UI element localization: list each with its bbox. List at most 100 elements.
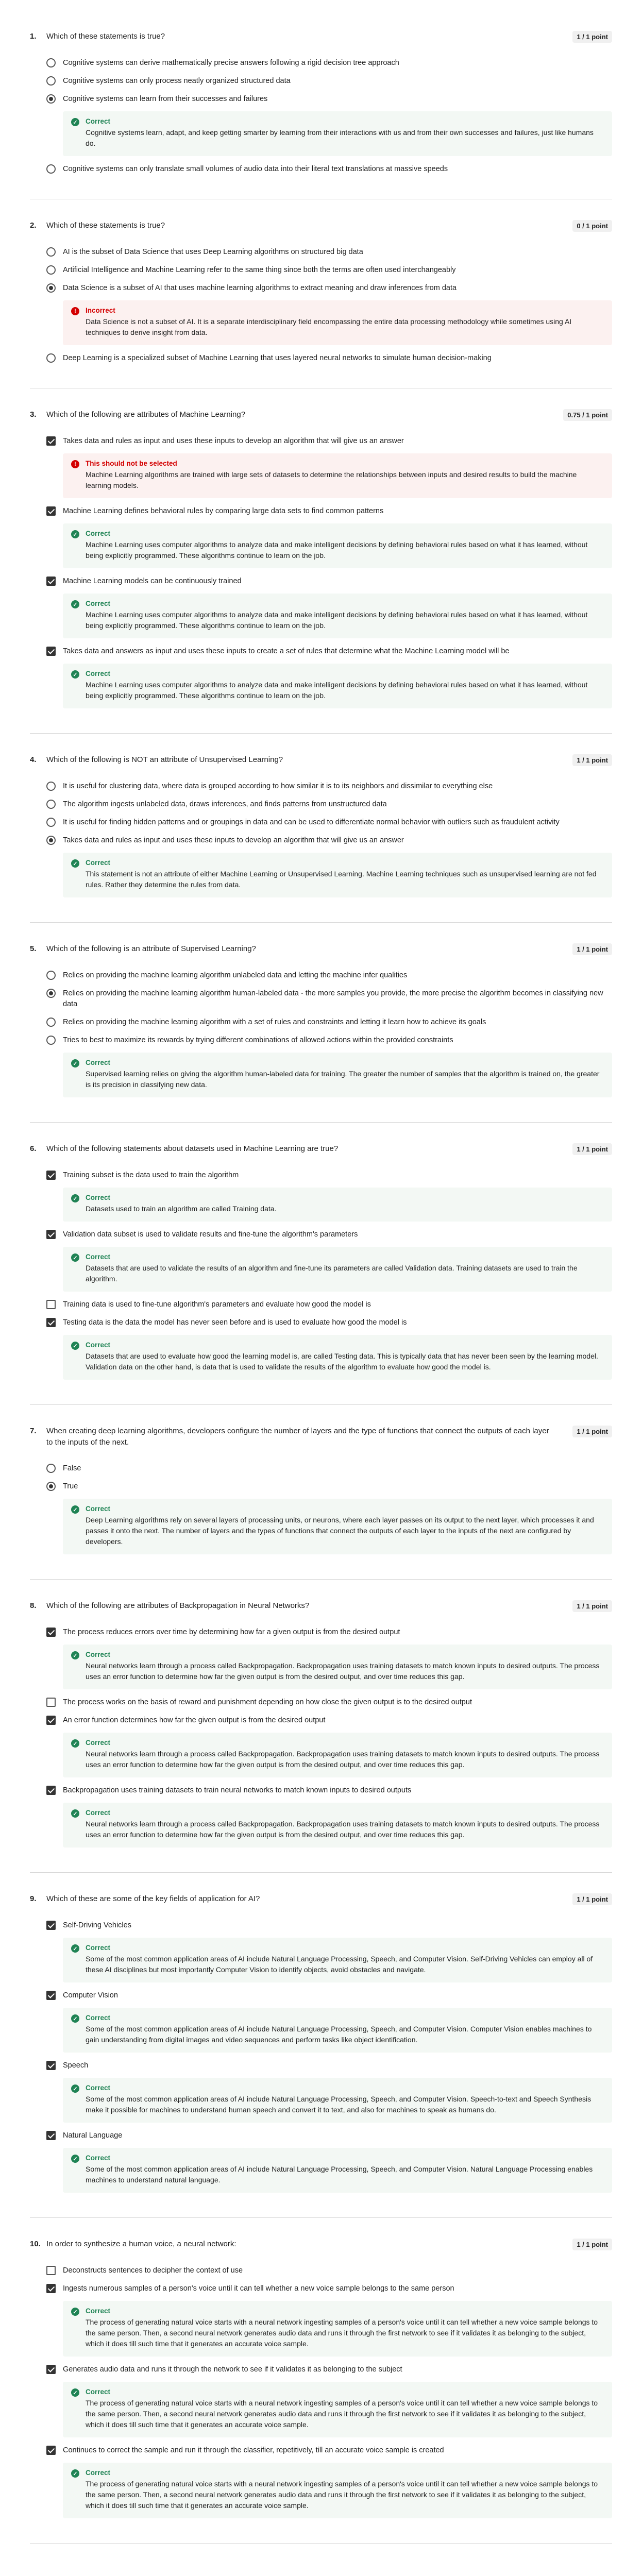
checkbox[interactable] — [46, 2284, 56, 2293]
checkbox-option[interactable]: Training data is used to fine-tune algor… — [46, 1296, 612, 1314]
checkbox-option[interactable]: Training subset is the data used to trai… — [46, 1166, 612, 1184]
feedback-label: Correct — [86, 600, 111, 607]
checkbox[interactable] — [46, 577, 56, 586]
question-header: 7. When creating deep learning algorithms… — [30, 1426, 612, 1448]
checkbox-option[interactable]: The process works on the basis of reward… — [46, 1693, 612, 1711]
radio-option[interactable]: Relies on providing the machine learning… — [46, 985, 612, 1013]
checkbox-option[interactable]: Deconstructs sentences to decipher the c… — [46, 2262, 612, 2280]
checkbox-option[interactable]: The process reduces errors over time by … — [46, 1623, 612, 1641]
checkbox-option[interactable]: Computer Vision — [46, 1987, 612, 2005]
radio-button[interactable] — [46, 836, 56, 845]
checkbox[interactable] — [46, 1171, 56, 1180]
feedback-body: Correct Neural networks learn through a p… — [86, 1739, 604, 1770]
checkbox[interactable] — [46, 2061, 56, 2070]
option-label: AI is the subset of Data Science that us… — [63, 248, 363, 256]
checkbox-option[interactable]: Validation data subset is used to valida… — [46, 1226, 612, 1244]
checkbox[interactable] — [46, 1716, 56, 1725]
radio-button[interactable] — [46, 1464, 56, 1473]
radio-button[interactable] — [46, 164, 56, 174]
radio-button[interactable] — [46, 283, 56, 293]
radio-option[interactable]: Cognitive systems can only translate sma… — [46, 160, 612, 178]
checkbox-option[interactable]: Natural Language — [46, 2127, 612, 2145]
feedback-body: Correct Some of the most common applicati… — [86, 2154, 604, 2185]
radio-option[interactable]: False — [46, 1460, 612, 1478]
checkbox-option[interactable]: Generates audio data and runs it through… — [46, 2361, 612, 2379]
checkbox[interactable] — [46, 1698, 56, 1707]
check-circle-icon: ✓ — [71, 2014, 79, 2023]
feedback-label: Correct — [86, 1809, 111, 1817]
check-circle-icon: ✓ — [71, 1809, 79, 1818]
radio-button[interactable] — [46, 989, 56, 998]
feedback-correct: ✓ Correct The process of generating natura… — [63, 2463, 612, 2518]
radio-option[interactable]: Tries to best to maximize its rewards by… — [46, 1031, 612, 1049]
feedback-label: Correct — [86, 670, 111, 677]
checkbox[interactable] — [46, 1230, 56, 1239]
option-label: Backpropagation uses training datasets t… — [63, 1786, 412, 1794]
option-label: Artificial Intelligence and Machine Lear… — [63, 266, 456, 274]
radio-button[interactable] — [46, 800, 56, 809]
radio-button[interactable] — [46, 265, 56, 275]
checkbox[interactable] — [46, 506, 56, 516]
radio-option[interactable]: Cognitive systems can derive mathematica… — [46, 54, 612, 72]
radio-option[interactable]: Relies on providing the machine learning… — [46, 1013, 612, 1031]
checkbox-option[interactable]: Takes data and rules as input and uses t… — [46, 432, 612, 450]
checkbox-option[interactable]: Continues to correct the sample and run … — [46, 2442, 612, 2460]
checkbox-option[interactable]: Testing data is the data the model has n… — [46, 1314, 612, 1332]
radio-option[interactable]: It is useful for clustering data, where … — [46, 777, 612, 795]
radio-button[interactable] — [46, 1018, 56, 1027]
checkbox-option[interactable]: Speech — [46, 2057, 612, 2075]
feedback-text: This statement is not an attribute of ei… — [86, 870, 597, 889]
option-label: Data Science is a subset of AI that uses… — [63, 284, 457, 292]
radio-option[interactable]: Data Science is a subset of AI that uses… — [46, 279, 612, 297]
radio-button[interactable] — [46, 76, 56, 86]
score-badge: 1 / 1 point — [572, 1143, 612, 1155]
radio-option[interactable]: Artificial Intelligence and Machine Lear… — [46, 261, 612, 279]
radio-button[interactable] — [46, 1482, 56, 1491]
checkbox-option[interactable]: Takes data and answers as input and uses… — [46, 642, 612, 660]
checkbox[interactable] — [46, 1300, 56, 1309]
checkbox-option[interactable]: Backpropagation uses training datasets t… — [46, 1782, 612, 1800]
radio-option[interactable]: True — [46, 1478, 612, 1496]
checkbox[interactable] — [46, 2131, 56, 2140]
radio-option[interactable]: Deep Learning is a specialized subset of… — [46, 349, 612, 367]
question-text: Which of these statements is true? — [46, 221, 165, 230]
radio-button[interactable] — [46, 1036, 56, 1045]
question-number: 2. — [30, 221, 37, 230]
feedback-text: The process of generating natural voice … — [86, 2480, 598, 2510]
radio-button[interactable] — [46, 971, 56, 980]
checkbox[interactable] — [46, 1991, 56, 2000]
feedback-body: Correct Cognitive systems learn, adapt, a… — [86, 117, 604, 149]
checkbox[interactable] — [46, 647, 56, 656]
checkbox-option[interactable]: Self-Driving Vehicles — [46, 1917, 612, 1935]
radio-option[interactable]: Cognitive systems can only process neatl… — [46, 72, 612, 90]
radio-button[interactable] — [46, 782, 56, 791]
checkbox[interactable] — [46, 1786, 56, 1795]
feedback-correct: ✓ Correct Some of the most common applicat… — [63, 2078, 612, 2123]
radio-option[interactable]: Relies on providing the machine learning… — [46, 967, 612, 985]
checkbox[interactable] — [46, 436, 56, 446]
radio-option[interactable]: Cognitive systems can learn from their s… — [46, 90, 612, 108]
checkbox[interactable] — [46, 2365, 56, 2374]
checkbox[interactable] — [46, 1318, 56, 1327]
radio-button[interactable] — [46, 818, 56, 827]
checkbox-option[interactable]: An error function determines how far the… — [46, 1711, 612, 1730]
radio-button[interactable] — [46, 247, 56, 257]
radio-button[interactable] — [46, 353, 56, 363]
question-text: When creating deep learning algorithms, … — [46, 1427, 549, 1447]
checkbox[interactable] — [46, 2446, 56, 2455]
checkbox-option[interactable]: Machine Learning defines behavioral rule… — [46, 502, 612, 520]
checkbox[interactable] — [46, 1628, 56, 1637]
radio-option[interactable]: AI is the subset of Data Science that us… — [46, 243, 612, 261]
question-block: 1. Which of these statements is true? 1 / … — [30, 0, 612, 199]
radio-option[interactable]: It is useful for finding hidden patterns… — [46, 814, 612, 832]
checkbox-option[interactable]: Ingests numerous samples of a person's v… — [46, 2280, 612, 2298]
radio-option[interactable]: The algorithm ingests unlabeled data, dr… — [46, 795, 612, 814]
checkbox-option[interactable]: Machine Learning models can be continuou… — [46, 572, 612, 590]
feedback-label: Incorrect — [86, 307, 115, 314]
feedback-label: Correct — [86, 2307, 111, 2315]
radio-button[interactable] — [46, 58, 56, 67]
checkbox[interactable] — [46, 1921, 56, 1930]
radio-button[interactable] — [46, 94, 56, 104]
checkbox[interactable] — [46, 2266, 56, 2275]
radio-option[interactable]: Takes data and rules as input and uses t… — [46, 832, 612, 850]
